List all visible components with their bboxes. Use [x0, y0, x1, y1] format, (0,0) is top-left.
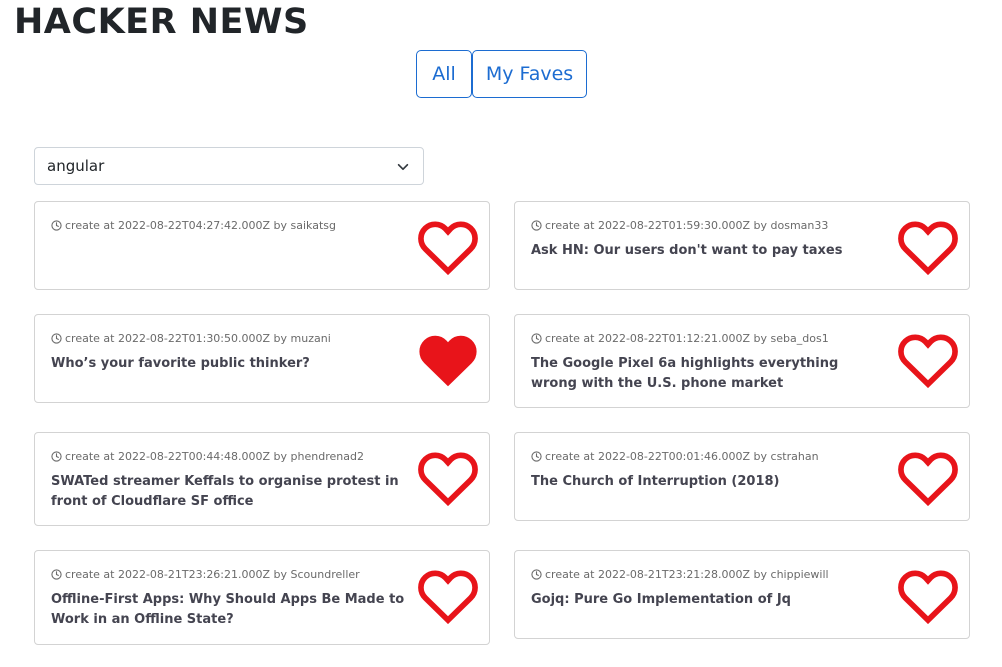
card-title: Gojq: Pure Go Implementation of Jq	[531, 592, 791, 607]
clock-icon	[51, 569, 62, 580]
card-meta: create at 2022-08-22T00:01:46.000Z by cs…	[531, 450, 819, 463]
clock-icon	[531, 220, 542, 231]
card-meta-text: create at 2022-08-22T04:27:42.000Z by sa…	[65, 219, 336, 232]
news-card[interactable]: create at 2022-08-22T01:12:21.000Z by se…	[514, 314, 970, 408]
clock-icon	[531, 451, 542, 462]
card-meta: create at 2022-08-22T04:27:42.000Z by sa…	[51, 219, 336, 232]
card-title: Who’s your favorite public thinker?	[51, 356, 310, 371]
clock-icon	[531, 333, 542, 344]
card-title: Ask HN: Our users don't want to pay taxe…	[531, 243, 843, 258]
card-title: SWATed streamer Keffals to organise prot…	[51, 474, 399, 509]
news-card[interactable]: create at 2022-08-21T23:21:28.000Z by ch…	[514, 550, 970, 639]
card-meta-text: create at 2022-08-22T00:44:48.000Z by ph…	[65, 450, 364, 463]
heart-outline-icon[interactable]	[897, 452, 959, 506]
card-meta: create at 2022-08-21T23:21:28.000Z by ch…	[531, 568, 829, 581]
heart-outline-icon[interactable]	[897, 334, 959, 388]
page-title: HACKER NEWS	[14, 2, 309, 42]
heart-outline-icon[interactable]	[897, 570, 959, 624]
news-card[interactable]: create at 2022-08-21T23:26:21.000Z by Sc…	[34, 550, 490, 645]
news-card[interactable]: create at 2022-08-22T00:44:48.000Z by ph…	[34, 432, 490, 526]
framework-select-value: angular	[47, 157, 105, 175]
card-meta-text: create at 2022-08-22T01:30:50.000Z by mu…	[65, 332, 331, 345]
filter-tabs: All My Faves	[416, 50, 587, 98]
card-meta: create at 2022-08-22T00:44:48.000Z by ph…	[51, 450, 364, 463]
card-meta-text: create at 2022-08-22T00:01:46.000Z by cs…	[545, 450, 819, 463]
card-title: The Church of Interruption (2018)	[531, 474, 780, 489]
card-title: Offline-First Apps: Why Should Apps Be M…	[51, 592, 405, 627]
card-meta-text: create at 2022-08-21T23:26:21.000Z by Sc…	[65, 568, 360, 581]
clock-icon	[51, 333, 62, 344]
heart-outline-icon[interactable]	[897, 221, 959, 275]
news-card[interactable]: create at 2022-08-22T00:01:46.000Z by cs…	[514, 432, 970, 521]
news-card[interactable]: create at 2022-08-22T04:27:42.000Z by sa…	[34, 201, 490, 290]
clock-icon	[51, 451, 62, 462]
heart-filled-icon[interactable]	[417, 334, 479, 388]
clock-icon	[51, 220, 62, 231]
heart-outline-icon[interactable]	[417, 452, 479, 506]
card-meta-text: create at 2022-08-21T23:21:28.000Z by ch…	[545, 568, 829, 581]
card-meta: create at 2022-08-21T23:26:21.000Z by Sc…	[51, 568, 360, 581]
framework-select[interactable]: angular	[34, 147, 424, 185]
tab-all[interactable]: All	[416, 50, 472, 98]
news-card[interactable]: create at 2022-08-22T01:59:30.000Z by do…	[514, 201, 970, 290]
card-meta: create at 2022-08-22T01:59:30.000Z by do…	[531, 219, 828, 232]
clock-icon	[531, 569, 542, 580]
card-meta: create at 2022-08-22T01:12:21.000Z by se…	[531, 332, 829, 345]
news-card[interactable]: create at 2022-08-22T01:30:50.000Z by mu…	[34, 314, 490, 403]
card-meta-text: create at 2022-08-22T01:59:30.000Z by do…	[545, 219, 829, 232]
card-meta-text: create at 2022-08-22T01:12:21.000Z by se…	[545, 332, 829, 345]
chevron-down-icon	[397, 163, 409, 171]
heart-outline-icon[interactable]	[417, 221, 479, 275]
heart-outline-icon[interactable]	[417, 570, 479, 624]
card-meta: create at 2022-08-22T01:30:50.000Z by mu…	[51, 332, 331, 345]
tab-my-faves[interactable]: My Faves	[472, 50, 587, 98]
card-title: The Google Pixel 6a highlights everythin…	[531, 356, 839, 391]
